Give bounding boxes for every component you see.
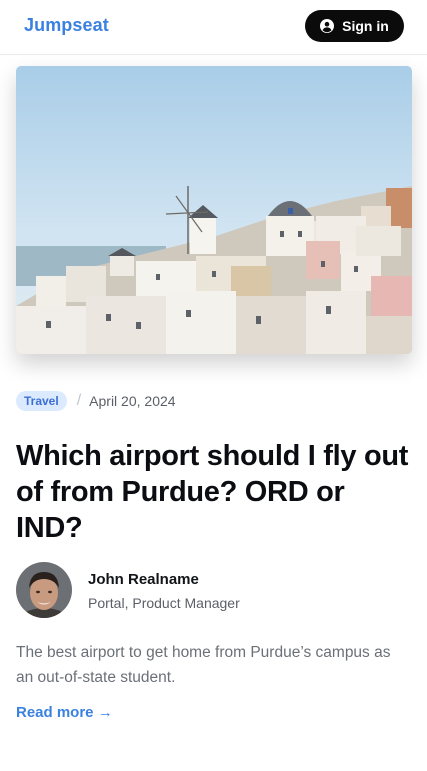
author-name[interactable]: John Realname bbox=[88, 571, 199, 588]
post-excerpt: The best airport to get home from Purdue… bbox=[16, 644, 391, 686]
top-bar: Jumpseat Sign in bbox=[0, 0, 427, 55]
post-title[interactable]: Which airport should I fly out of from P… bbox=[16, 438, 412, 546]
santorini-image bbox=[16, 66, 412, 354]
read-more-link[interactable]: Read more → bbox=[16, 704, 113, 721]
author-role: Portal, Product Manager bbox=[88, 595, 240, 611]
sign-in-button[interactable]: Sign in bbox=[305, 10, 404, 42]
author-photo bbox=[16, 562, 72, 618]
site-logo[interactable]: Jumpseat bbox=[24, 15, 109, 36]
user-circle-icon bbox=[320, 19, 335, 33]
hero-image[interactable] bbox=[16, 66, 412, 354]
post-meta: Travel / April 20, 2024 bbox=[16, 390, 176, 411]
sign-in-label: Sign in bbox=[342, 18, 389, 34]
category-badge[interactable]: Travel bbox=[16, 390, 67, 411]
meta-separator: / bbox=[76, 391, 82, 409]
avatar[interactable] bbox=[16, 562, 72, 618]
post-date: April 20, 2024 bbox=[89, 392, 176, 409]
